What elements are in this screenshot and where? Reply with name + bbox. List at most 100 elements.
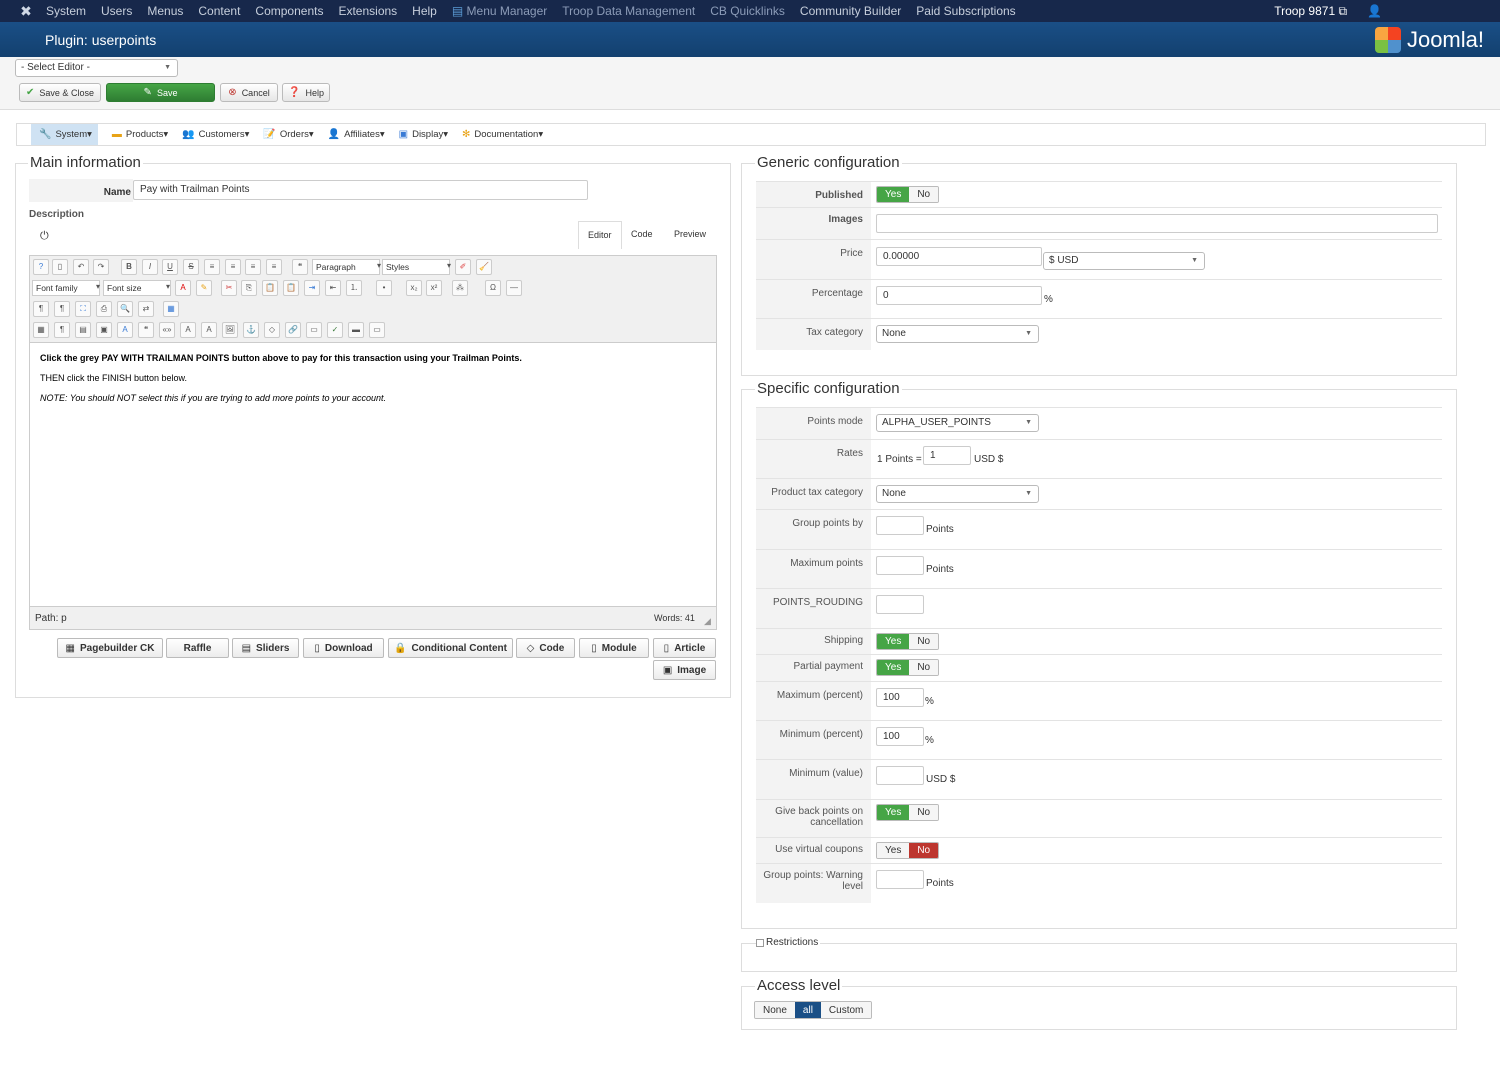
help-button[interactable]: ❓ Help [282,83,330,102]
save-button[interactable]: ✎ Save [106,83,215,102]
menu-community-builder[interactable]: Community Builder [800,4,901,18]
italic-icon[interactable]: I [142,259,158,275]
menu-menu-manager[interactable]: ▤ Menu Manager [452,4,547,18]
tab-editor[interactable]: Editor [578,221,622,249]
styles-select[interactable]: Styles [382,259,450,275]
undo-icon[interactable]: ↶ [73,259,89,275]
template-icon[interactable]: ▤ [75,322,91,338]
compmenu-orders[interactable]: 📝 Orders ▾ [263,124,313,145]
menu-help[interactable]: Help [412,4,437,18]
paste-text-icon[interactable]: 📋 [283,280,299,296]
save-close-button[interactable]: ✔ Save & Close [19,83,101,102]
published-no[interactable]: No [909,187,939,202]
published-yes[interactable]: Yes [877,187,910,202]
menu-content[interactable]: Content [198,4,240,18]
redo-icon[interactable]: ↷ [93,259,109,275]
align-center-icon[interactable]: ≡ [225,259,241,275]
published-toggle[interactable]: Yes No [876,186,940,203]
min-value-input[interactable] [876,766,924,785]
shipping-toggle[interactable]: Yes No [876,633,940,650]
justify-icon[interactable]: ≡ [266,259,282,275]
layer-icon[interactable]: ▣ [96,322,112,338]
subscript-icon[interactable]: x₂ [406,280,422,296]
menu-system[interactable]: System [46,4,86,18]
media-icon[interactable]: ▭ [306,322,322,338]
virtual-coupons-no[interactable]: No [909,843,939,858]
pagebuilder-ck-button[interactable]: ▦ Pagebuilder CK [57,638,163,658]
tax-category-select[interactable]: None ▼ [876,325,1039,343]
cite-icon[interactable]: ❝ [138,322,154,338]
outdent-icon[interactable]: ⇤ [325,280,341,296]
joomla-icon[interactable]: ✖ [18,3,34,19]
attribs-icon[interactable]: A [201,322,217,338]
partial-payment-yes[interactable]: Yes [877,660,910,675]
search-icon[interactable]: 🔍 [117,301,133,317]
menu-menus[interactable]: Menus [147,4,183,18]
anchor-icon[interactable]: ⚓ [243,322,259,338]
editor-select[interactable]: - Select Editor - ▼ [15,59,178,77]
table-icon[interactable]: ▦ [163,301,179,317]
access-none[interactable]: None [755,1002,795,1018]
readmore-icon[interactable]: ▭ [369,322,385,338]
access-custom[interactable]: Custom [820,1002,872,1018]
paragraph-select[interactable]: Paragraph [312,259,380,275]
price-input[interactable]: 0.00000 [876,247,1042,266]
compmenu-documentation[interactable]: ✻ Documentation ▾ [462,124,543,145]
give-back-yes[interactable]: Yes [877,805,910,820]
compmenu-affiliates[interactable]: 👤 Affiliates ▾ [328,124,385,145]
cut-icon[interactable]: ✂ [221,280,237,296]
align-right-icon[interactable]: ≡ [245,259,261,275]
help-icon[interactable]: ? [33,259,49,275]
print-icon[interactable]: ⎙ [96,301,112,317]
sliders-button[interactable]: ▤ Sliders [232,638,299,658]
link-icon[interactable]: 🔗 [285,322,301,338]
menu-cb-quicklinks[interactable]: CB Quicklinks [710,4,785,18]
pagebreak-icon[interactable]: ▬ [348,322,364,338]
menu-paid-subscriptions[interactable]: Paid Subscriptions [916,4,1015,18]
superscript-icon[interactable]: x² [426,280,442,296]
copy-icon[interactable]: ⎘ [241,280,257,296]
abbr-icon[interactable]: «» [159,322,175,338]
tab-code[interactable]: Code [622,221,662,247]
horizontal-rule-icon[interactable]: — [506,280,522,296]
character-map-icon[interactable]: ⁂ [452,280,468,296]
conditional-content-button[interactable]: 🔒 Conditional Content [388,638,513,658]
user-icon[interactable]: 👤 [1367,4,1382,18]
cancel-button[interactable]: ⊗ Cancel [220,83,278,102]
min-percent-input[interactable]: 100 [876,727,924,746]
compmenu-display[interactable]: ▣ Display ▾ [399,124,448,145]
numbered-list-icon[interactable]: ⒈ [346,280,362,296]
warning-level-input[interactable] [876,870,924,889]
tab-preview[interactable]: Preview [665,221,715,247]
underline-icon[interactable]: U [162,259,178,275]
rouding-input[interactable] [876,595,924,614]
menu-extensions[interactable]: Extensions [338,4,397,18]
replace-icon[interactable]: ⇄ [138,301,154,317]
special-char-icon[interactable]: Ω [485,280,501,296]
shipping-yes[interactable]: Yes [877,634,910,649]
blockquote-icon[interactable]: ❝ [292,259,308,275]
eraser-icon[interactable]: ✐ [455,259,471,275]
virtual-coupons-toggle[interactable]: Yes No [876,842,940,859]
editor-content[interactable]: Click the grey PAY WITH TRAILMAN POINTS … [30,342,716,607]
restrictions-checkbox[interactable] [756,938,764,947]
fullscreen-icon[interactable]: ⛶ [75,301,91,317]
strikethrough-icon[interactable]: S [183,259,199,275]
access-all[interactable]: all [794,1002,821,1018]
image-icon[interactable]: 🖼 [222,322,238,338]
image-button[interactable]: ▣ Image [653,660,716,680]
paste-icon[interactable]: 📋 [262,280,278,296]
clean-icon[interactable]: 🧹 [476,259,492,275]
show-blocks-icon[interactable]: ¶ [54,322,70,338]
virtual-coupons-yes[interactable]: Yes [877,843,910,858]
code-button[interactable]: ◇ Code [516,638,575,658]
download-button[interactable]: ▯ Download [303,638,384,658]
toggle-editor-icon[interactable]: ⏻ [40,230,49,243]
text-color-icon[interactable]: A [175,280,191,296]
group-points-input[interactable] [876,516,924,535]
spellcheck-icon[interactable]: ✓ [327,322,343,338]
strike-icon[interactable]: A [180,322,196,338]
menu-users[interactable]: Users [101,4,132,18]
access-level-toggle[interactable]: None all Custom [754,1001,873,1019]
name-input[interactable]: Pay with Trailman Points [133,180,588,200]
